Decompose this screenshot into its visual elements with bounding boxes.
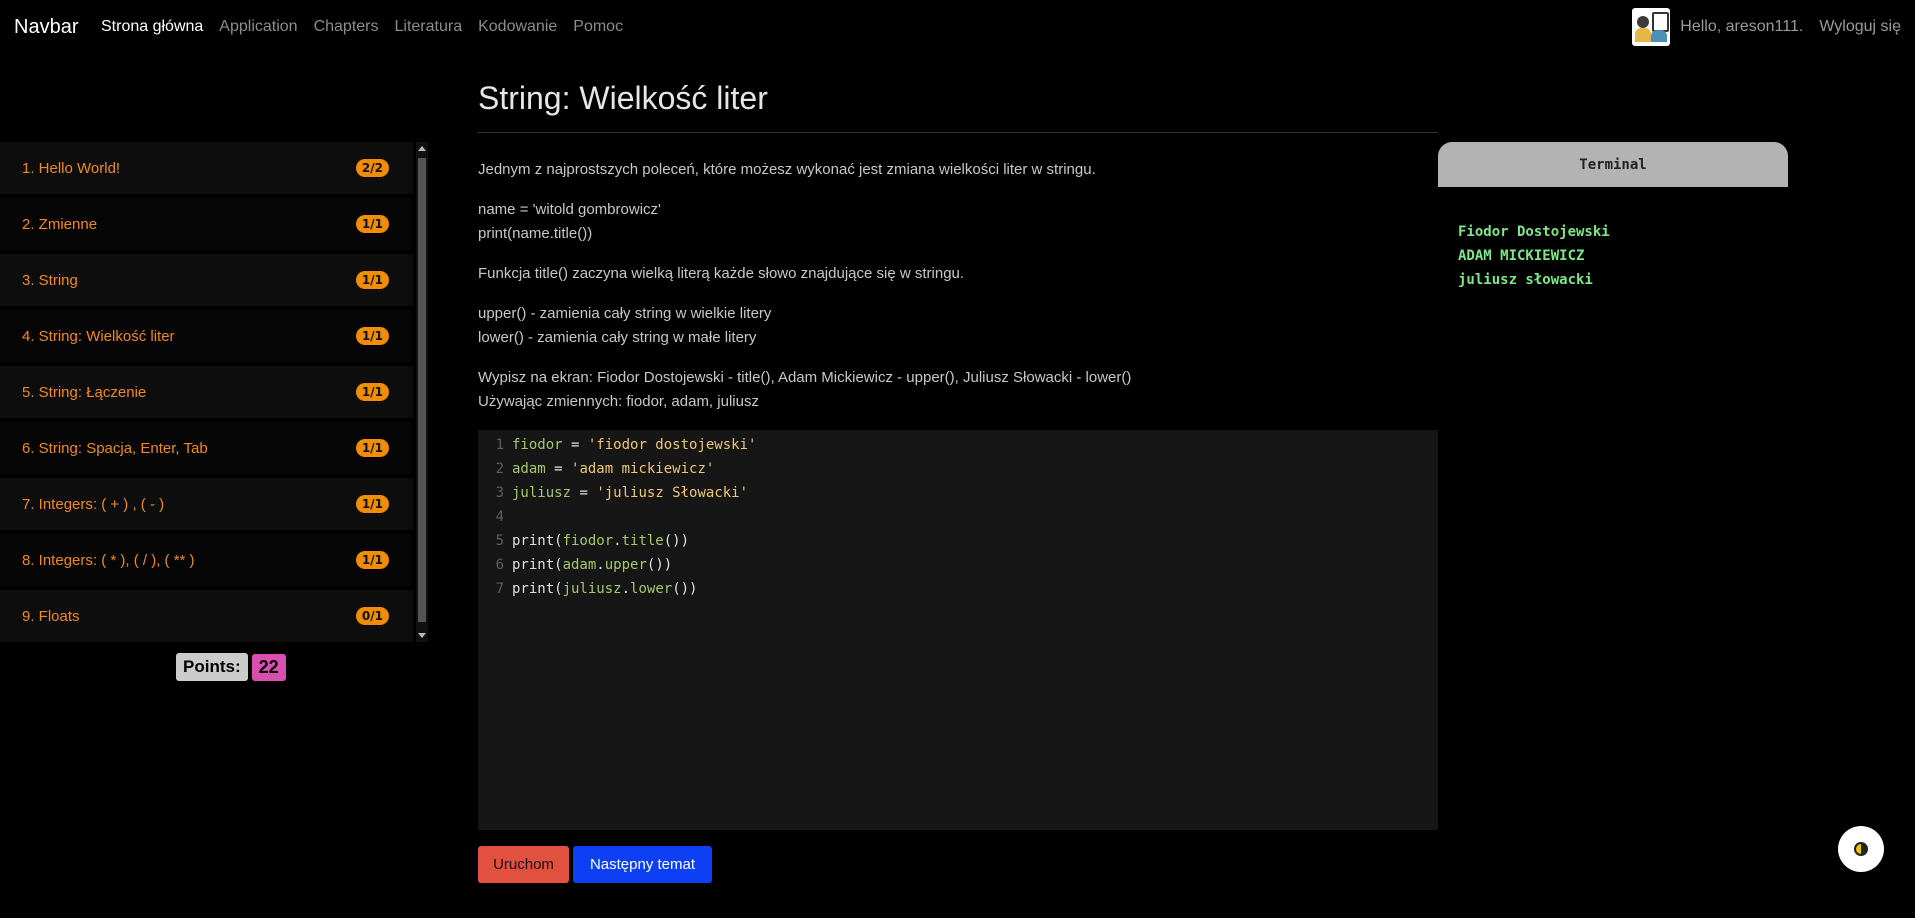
chapter-label: 8. Integers: ( * ), ( / ), ( ** ) (22, 551, 195, 569)
chapter-label: 9. Floats (22, 607, 80, 625)
chapter-progress-badge: 1/1 (355, 215, 389, 233)
chapter-progress-badge: 2/2 (355, 159, 389, 177)
chapter-progress-badge: 1/1 (355, 327, 389, 345)
terminal-output: Fiodor Dostojewski ADAM MICKIEWICZ juliu… (1438, 187, 1788, 342)
nav-link-chapters[interactable]: Chapters (314, 18, 379, 36)
chapter-progress-badge: 1/1 (355, 383, 389, 401)
task-text: Używając zmiennych: fiodor, adam, julius… (478, 393, 759, 410)
chapter-progress-badge: 1/1 (355, 551, 389, 569)
lesson-content: String: Wielkość liter Jednym z najprost… (478, 70, 1438, 410)
scroll-up-arrow-icon[interactable] (418, 146, 426, 151)
chapter-label: 6. String: Spacja, Enter, Tab (22, 439, 208, 457)
nav-link-pomoc[interactable]: Pomoc (573, 18, 623, 36)
chapter-progress-badge: 1/1 (355, 271, 389, 289)
code-line: 1 fiodor = 'fiodor dostojewski' (495, 437, 757, 453)
points-display: Points: 22 (176, 653, 286, 681)
chapter-label: 7. Integers: ( + ) , ( - ) (22, 495, 165, 513)
example-code-line: name = 'witold gombrowicz' (478, 201, 661, 218)
chapter-progress-badge: 1/1 (355, 439, 389, 457)
avatar[interactable] (1632, 8, 1671, 46)
navbar-brand[interactable]: Navbar (14, 16, 78, 39)
logout-link[interactable]: Wyloguj się (1819, 18, 1901, 36)
chapter-list: 1. Hello World! 2/2 2. Zmienne 1/1 3. St… (0, 142, 413, 642)
code-editor[interactable]: 1 fiodor = 'fiodor dostojewski' 2 adam = '… (478, 430, 1438, 830)
chapter-item[interactable]: 4. String: Wielkość liter 1/1 (0, 310, 413, 362)
nav-link-home[interactable]: Strona główna (101, 18, 203, 36)
chapter-label: 3. String (22, 271, 78, 289)
code-line: 3 juliusz = 'juliusz Słowacki' (495, 485, 749, 501)
terminal-line: ADAM MICKIEWICZ (1458, 248, 1585, 264)
code-line: 5 print(fiodor.title()) (495, 533, 690, 549)
chapter-item[interactable]: 3. String 1/1 (0, 254, 413, 306)
terminal-header: Terminal (1438, 142, 1788, 187)
terminal-line: juliusz słowacki (1458, 272, 1593, 288)
user-greeting: Hello, areson111. (1680, 18, 1804, 35)
page-title: String: Wielkość liter (478, 80, 768, 116)
run-button[interactable]: Uruchom (478, 846, 569, 883)
chapter-item[interactable]: 5. String: Łączenie 1/1 (0, 366, 413, 418)
points-value: 22 (251, 653, 286, 681)
code-line: 4 (495, 509, 504, 525)
terminal-line: Fiodor Dostojewski (1458, 224, 1610, 240)
chapter-label: 2. Zmienne (22, 215, 98, 233)
chapter-label: 4. String: Wielkość liter (22, 327, 175, 345)
nav-link-literatura[interactable]: Literatura (395, 18, 463, 36)
scrollbar-thumb[interactable] (418, 158, 426, 622)
title-divider (478, 132, 1438, 133)
theme-toggle-icon (1854, 842, 1868, 856)
lesson-intro: Jednym z najprostszych poleceń, które mo… (478, 161, 1096, 178)
user-area: Hello, areson111. Wyloguj się (1632, 8, 1901, 46)
next-topic-button[interactable]: Następny temat (573, 846, 712, 883)
chapter-sidebar: 1. Hello World! 2/2 2. Zmienne 1/1 3. St… (0, 142, 430, 642)
task-text: Wypisz na ekran: Fiodor Dostojewski - ti… (478, 369, 1132, 386)
lesson-text: lower() - zamienia cały string w małe li… (478, 329, 757, 346)
chapter-item[interactable]: 6. String: Spacja, Enter, Tab 1/1 (0, 422, 413, 474)
lesson-text: upper() - zamienia cały string w wielkie… (478, 305, 772, 322)
code-line: 6 print(adam.upper()) (495, 557, 673, 573)
chapter-item[interactable]: 9. Floats 0/1 (0, 590, 413, 642)
code-line: 7 print(juliusz.lower()) (495, 581, 698, 597)
points-label: Points: (176, 653, 248, 681)
theme-toggle-button[interactable] (1838, 826, 1884, 872)
chapter-label: 1. Hello World! (22, 159, 121, 177)
chapter-progress-badge: 1/1 (355, 495, 389, 513)
lesson-text: Funkcja title() zaczyna wielką literą ka… (478, 265, 965, 282)
nav-links: Strona główna Application Chapters Liter… (101, 18, 639, 36)
chapter-item[interactable]: 7. Integers: ( + ) , ( - ) 1/1 (0, 478, 413, 530)
nav-link-application[interactable]: Application (219, 18, 297, 36)
navbar: Navbar Strona główna Application Chapter… (0, 0, 1915, 54)
chapter-progress-badge: 0/1 (355, 607, 389, 625)
sidebar-scrollbar[interactable] (416, 142, 428, 642)
example-code-line: print(name.title()) (478, 225, 593, 242)
code-line: 2 adam = 'adam mickiewicz' (495, 461, 715, 477)
chapter-item[interactable]: 8. Integers: ( * ), ( / ), ( ** ) 1/1 (0, 534, 413, 586)
chapter-item[interactable]: 2. Zmienne 1/1 (0, 198, 413, 250)
terminal-title: Terminal (1579, 156, 1647, 173)
chapter-item[interactable]: 1. Hello World! 2/2 (0, 142, 413, 194)
chapter-label: 5. String: Łączenie (22, 383, 147, 401)
nav-link-kodowanie[interactable]: Kodowanie (478, 18, 557, 36)
scroll-down-arrow-icon[interactable] (418, 633, 426, 638)
